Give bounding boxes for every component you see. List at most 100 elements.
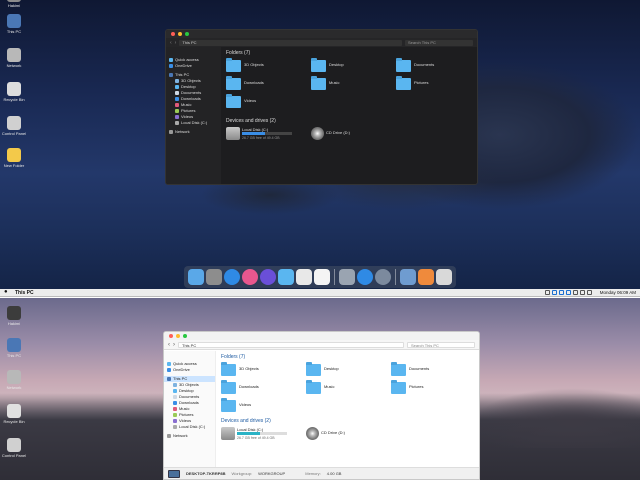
back-icon[interactable]: ‹ [168, 342, 170, 348]
apple-icon[interactable]: ● [4, 289, 9, 295]
search-input[interactable]: Search This PC [407, 341, 475, 348]
network-icon[interactable] [551, 290, 557, 295]
sidebar-item-local-disk-c[interactable]: Local Disk (C:) [166, 120, 221, 126]
drives-section-header[interactable]: Devices and drives (2) [218, 417, 479, 425]
hakimi-icon [7, 0, 21, 2]
folder-3d-objects[interactable]: 3D Objects [226, 58, 306, 74]
desktop-icon-hakimi[interactable]: Hakimi [0, 306, 28, 327]
zoom-button[interactable] [183, 334, 187, 338]
folder-pictures[interactable]: Pictures [396, 76, 476, 92]
folder-videos[interactable]: Videos [226, 94, 306, 110]
bluetooth-icon[interactable] [558, 290, 564, 295]
local-disk-c-icon [173, 425, 177, 429]
folders-section-header[interactable]: Folders (7) [223, 49, 477, 57]
sidebar-item-label: This PC [175, 72, 190, 77]
content-area: Folders (7) 3D Objects Desktop Documents Do… [223, 49, 477, 184]
zoom-button[interactable] [185, 32, 189, 36]
language-icon[interactable] [586, 290, 592, 295]
cd-drive-name: CD Drive (D:) [321, 430, 345, 435]
desktop-icon-this-pc[interactable]: This PC [0, 338, 28, 359]
contacts-icon[interactable] [296, 269, 312, 285]
safari-icon[interactable] [224, 269, 240, 285]
folder-desktop[interactable]: Desktop [311, 58, 391, 74]
control-panel-icon [7, 438, 21, 452]
folder-documents[interactable]: Documents [391, 362, 471, 378]
sidebar-item-label: Documents [179, 394, 200, 399]
desktop-icon-control-panel[interactable]: Control Panel [0, 438, 28, 459]
desktop-icon-network[interactable]: Network [0, 48, 28, 69]
forward-icon[interactable]: › [175, 40, 177, 46]
close-button[interactable] [169, 334, 173, 338]
folder-music[interactable]: Music [306, 380, 386, 396]
folder-videos[interactable]: Videos [221, 398, 301, 414]
folder-documents[interactable]: Documents [396, 58, 476, 74]
details-pane: DESKTOP-TKRRP8B Workgroup: WORKGROUP Mem… [164, 467, 479, 479]
sidebar-item-network[interactable]: Network [164, 433, 215, 439]
folder-music[interactable]: Music [311, 76, 391, 92]
local-disk-c[interactable]: Local Disk (C:) 26.7 GB free of 49.4 GB [226, 127, 306, 143]
title-bar [166, 30, 477, 38]
cd-drive-d[interactable]: CD Drive (D:) [311, 127, 371, 143]
onedrive-icon [167, 368, 171, 372]
folder-downloads[interactable]: Downloads [226, 76, 306, 92]
preview-icon[interactable] [400, 269, 416, 285]
close-button[interactable] [171, 32, 175, 36]
cd-drive-d[interactable]: CD Drive (D:) [306, 427, 366, 443]
trash-icon[interactable] [436, 269, 452, 285]
hakimi-icon [7, 306, 21, 320]
desktop-icon-network[interactable]: Network [0, 370, 28, 391]
sidebar-item-network[interactable]: Network [166, 129, 221, 135]
battery-icon[interactable] [579, 290, 585, 295]
folder-icon [391, 362, 406, 376]
desktop-icon-recycle-bin[interactable]: Recycle Bin [0, 404, 28, 425]
minimize-button[interactable] [178, 32, 182, 36]
desktop-icon [173, 389, 177, 393]
finder-icon[interactable] [188, 269, 204, 285]
3d-objects-icon [173, 383, 177, 387]
back-icon[interactable]: ‹ [170, 40, 172, 46]
folder-downloads[interactable]: Downloads [221, 380, 301, 396]
calendar-icon[interactable] [314, 269, 330, 285]
itunes-icon[interactable] [242, 269, 258, 285]
appstore-icon[interactable] [357, 269, 373, 285]
forward-icon[interactable]: › [173, 342, 175, 348]
volume-icon[interactable] [572, 290, 578, 295]
desktop-icon-recycle-bin[interactable]: Recycle Bin [0, 82, 28, 103]
power-icon[interactable] [375, 269, 391, 285]
sidebar-item-label: Downloads [179, 400, 199, 405]
minimize-button[interactable] [176, 334, 180, 338]
memory-label: Memory: [305, 471, 321, 476]
folder-label: 3D Objects [244, 62, 264, 67]
siri-icon[interactable] [260, 269, 276, 285]
menubar-clock[interactable]: Monday 06:09 AM [600, 290, 636, 295]
sidebar-item-label: Music [179, 406, 190, 411]
network-icon [7, 48, 21, 62]
address-field[interactable]: This PC [178, 341, 404, 348]
display-icon[interactable] [565, 290, 571, 295]
folder-desktop[interactable]: Desktop [306, 362, 386, 378]
desktop-icon-this-pc[interactable]: This PC [0, 14, 28, 35]
search-input[interactable]: Search This PC [405, 39, 473, 46]
desktop-icon-new-folder[interactable]: New Folder [0, 148, 28, 169]
address-field[interactable]: This PC [179, 39, 402, 46]
sidebar-item-label: Desktop [179, 388, 194, 393]
local-disk-c-icon [175, 121, 179, 125]
folder-icon[interactable] [278, 269, 294, 285]
local-disk-c[interactable]: Local Disk (C:) 26.7 GB free of 49.4 GB [221, 427, 301, 443]
desktop-icon-control-panel[interactable]: Control Panel [0, 116, 28, 137]
photos-icon[interactable] [418, 269, 434, 285]
settings-icon[interactable] [206, 269, 222, 285]
launchpad-icon[interactable] [339, 269, 355, 285]
folder-pictures[interactable]: Pictures [391, 380, 471, 396]
desktop-icon-label: Recycle Bin [3, 419, 25, 424]
folder-3d-objects[interactable]: 3D Objects [221, 362, 301, 378]
desktop-icon-hakimi[interactable]: Hakimi [0, 0, 28, 9]
notification-icon[interactable] [544, 290, 550, 295]
drives-section-header[interactable]: Devices and drives (2) [223, 117, 477, 125]
active-app-name[interactable]: This PC [15, 290, 34, 296]
sidebar-item-onedrive[interactable]: OneDrive [166, 63, 221, 69]
sidebar-item-onedrive[interactable]: OneDrive [164, 367, 215, 373]
drive-free-space: 26.7 GB free of 49.4 GB [237, 436, 275, 440]
sidebar-item-local-disk-c[interactable]: Local Disk (C:) [164, 424, 215, 430]
folders-section-header[interactable]: Folders (7) [218, 353, 479, 361]
